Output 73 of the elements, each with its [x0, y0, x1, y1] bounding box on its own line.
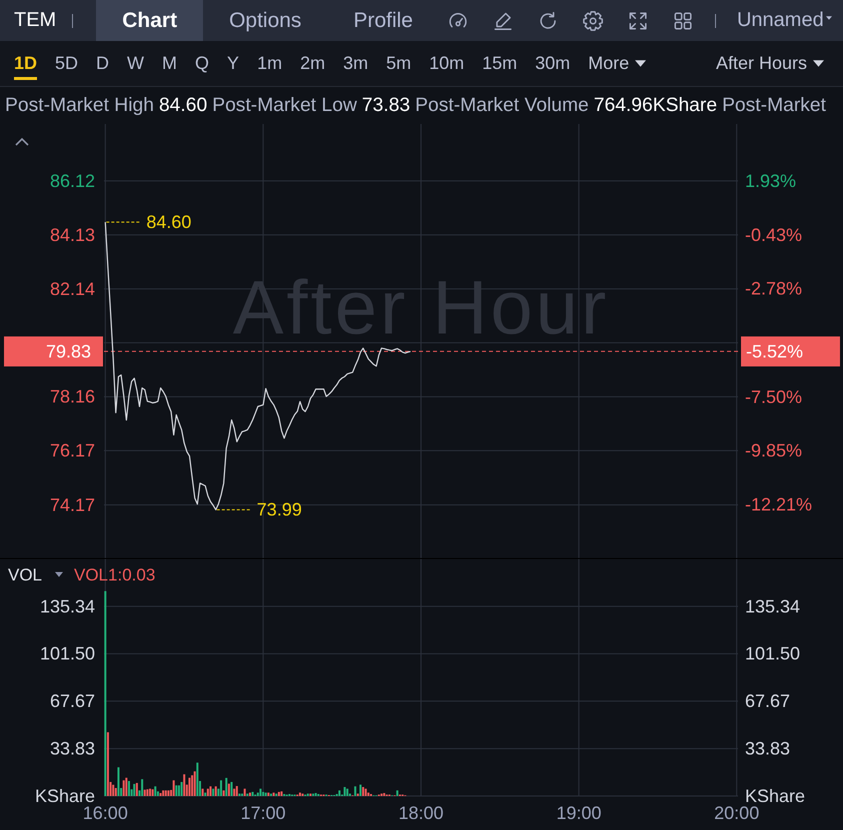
volume-axis-label: KShare — [34, 786, 95, 806]
volume-axis-label: 135.34 — [40, 596, 95, 616]
time-axis-label: 20:00 — [714, 803, 760, 823]
percent-axis-label: -7.50% — [745, 386, 802, 407]
nav-tab[interactable]: Profile — [327, 0, 439, 41]
price-axis-label: 76.17 — [50, 440, 95, 461]
indicator-reading: VOL1:0.03 — [74, 566, 156, 584]
layout-dropdown[interactable]: Unnamed — [736, 0, 832, 41]
volume-axis-label: 67.67 — [745, 691, 790, 712]
timeframe-tab[interactable]: Q — [195, 52, 210, 80]
change-tag: -5.52% — [741, 336, 840, 366]
percent-axis-label: -0.43% — [745, 224, 802, 245]
timeframe-tab[interactable]: D — [96, 52, 110, 80]
price-axis-label: 74.17 — [50, 494, 95, 515]
session-dropdown[interactable]: After Hours — [716, 52, 824, 74]
volume-axis-label: KShare — [745, 786, 806, 806]
timeframe-tab[interactable]: 1m — [257, 52, 282, 80]
pencil-icon[interactable] — [492, 10, 514, 32]
last-price-tag: 79.83 — [4, 336, 103, 366]
price-annotation: 84.60 — [146, 212, 192, 232]
volume-axis-label: 33.83 — [50, 738, 95, 759]
price-axis-label: 78.16 — [50, 386, 95, 407]
more-dropdown[interactable]: More — [588, 52, 646, 74]
price-axis-label: 86.12 — [50, 170, 95, 191]
percent-axis-label: -2.78% — [745, 278, 802, 299]
stat-value: 84.60 — [158, 94, 208, 116]
ticker-symbol: TEM — [14, 9, 56, 32]
settings-icon[interactable] — [582, 10, 604, 32]
timeframe-tab[interactable]: 30m — [535, 52, 570, 80]
timeframe-tab[interactable]: 5m — [386, 52, 412, 80]
caret-icon[interactable] — [813, 60, 824, 66]
volume-axis-label: 135.34 — [745, 596, 800, 616]
timeframe-tab[interactable]: 15m — [482, 52, 518, 80]
time-axis-label: 19:00 — [556, 803, 602, 823]
percent-axis-label: 1.93% — [745, 170, 796, 191]
caret-icon[interactable] — [635, 60, 646, 66]
timeframe-tab[interactable]: W — [127, 52, 144, 80]
leader-line — [106, 222, 141, 223]
time-axis-label: 16:00 — [82, 803, 128, 823]
nav-tab[interactable]: Options — [203, 0, 328, 41]
volume-axis-label: 67.67 — [50, 691, 95, 712]
leader-line — [216, 509, 252, 510]
price-axis-label: 84.13 — [50, 224, 95, 245]
volume-axis-label: 33.83 — [745, 738, 790, 759]
timeframe-tab[interactable]: 5D — [55, 52, 78, 80]
timeframe-tab[interactable]: 1D — [14, 52, 38, 80]
grid-icon[interactable] — [672, 10, 694, 32]
stat-label: Post-Market Volume — [415, 94, 589, 116]
timeframe-tab[interactable]: M — [162, 52, 178, 80]
percent-axis-label: -9.85% — [745, 440, 802, 461]
stat-label: Post-Market Low — [212, 94, 357, 116]
timeframe-tab[interactable]: 3m — [343, 52, 368, 80]
percent-axis-label: -12.21% — [745, 494, 812, 515]
caret-icon[interactable] — [826, 16, 832, 20]
time-axis-label: 17:00 — [240, 803, 286, 823]
nav-tab[interactable]: Chart — [96, 0, 204, 41]
indicator-selector[interactable]: VOL — [8, 566, 42, 584]
timeframe-tab[interactable]: 2m — [300, 52, 326, 80]
stat-label: Post-Market — [722, 94, 826, 116]
stat-label: Post-Market High — [5, 94, 154, 116]
price-axis-label: 82.14 — [50, 278, 95, 299]
ref-line-label: 79.83 — [46, 341, 91, 362]
stat-value: 73.83 — [362, 94, 410, 116]
price-annotation: 73.99 — [256, 500, 302, 520]
chevron-up-icon[interactable] — [15, 138, 29, 146]
caret-icon[interactable] — [55, 572, 63, 577]
time-axis-label: 18:00 — [398, 803, 444, 823]
volume-axis-label: 101.50 — [745, 644, 800, 664]
stat-value: 764.96KShare — [594, 94, 718, 116]
volume-axis-label: 101.50 — [40, 644, 95, 664]
timeframe-tab[interactable]: Y — [227, 52, 240, 80]
expand-icon[interactable] — [626, 10, 649, 32]
timeframe-tab[interactable]: 10m — [429, 52, 464, 80]
